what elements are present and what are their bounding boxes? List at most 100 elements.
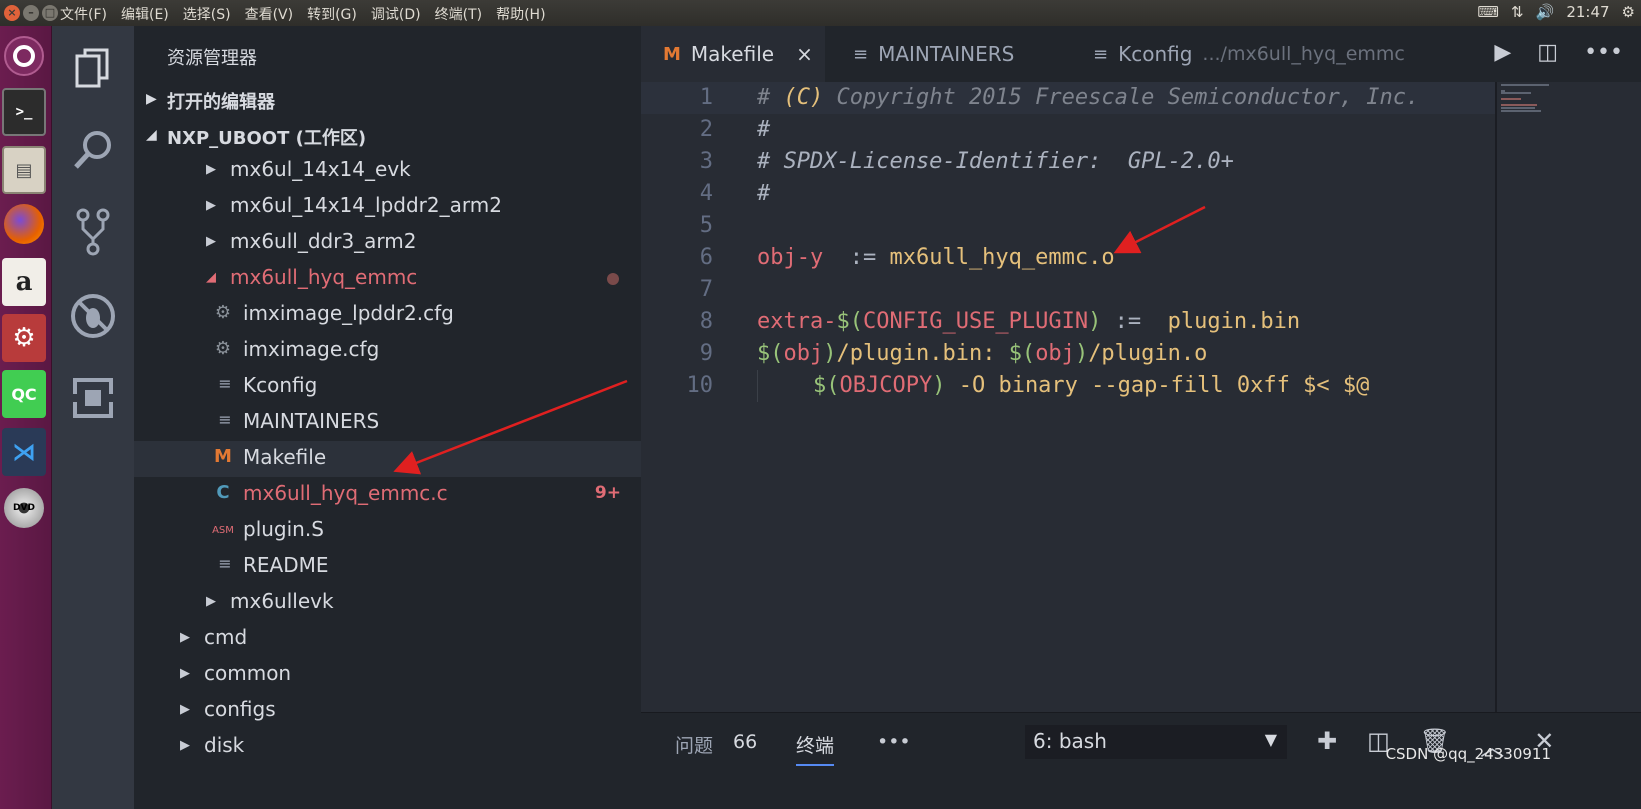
menu-debug[interactable]: 调试(D) (371, 4, 421, 24)
window-minimize-button[interactable]: – (23, 5, 39, 21)
firefox-icon[interactable] (2, 198, 46, 250)
tree-file[interactable]: C mx6ull_hyq_emmc.c 9+ (134, 477, 641, 513)
run-icon[interactable]: ▶ (1494, 40, 1511, 65)
dvd-icon[interactable]: DVD (2, 482, 46, 534)
menu-go[interactable]: 转到(G) (307, 4, 357, 24)
chevron-right-icon: ▶ (180, 630, 190, 645)
window-maximize-button[interactable]: □ (42, 5, 58, 21)
window-close-button[interactable]: × (4, 5, 20, 21)
text-file-icon: ≡ (218, 374, 232, 393)
tab-label: Kconfig (1118, 42, 1193, 66)
editor-actions: ▶ ◫ ••• (1494, 40, 1623, 65)
code-token: Copyright 2015 Freescale Semiconductor, … (823, 85, 1420, 110)
minimap[interactable] (1495, 82, 1641, 712)
vscode-icon[interactable]: ⋊ (2, 426, 46, 478)
explorer-icon[interactable] (52, 28, 134, 108)
code-token: mx6ull_hyq_emmc.o (889, 245, 1115, 270)
system-top-panel: × – □ 文件(F) 编辑(E) 选择(S) 查看(V) 转到(G) 调试(D… (0, 0, 1641, 26)
chevron-down-icon: ◢ (206, 270, 216, 285)
ubuntu-dash-icon[interactable] (2, 30, 46, 82)
source-control-icon[interactable] (52, 192, 134, 272)
keyboard-icon[interactable]: ⌨ (1477, 3, 1499, 21)
code-token: ) (1074, 341, 1089, 366)
tree-file-selected[interactable]: M Makefile (134, 441, 641, 477)
chevron-right-icon: ▶ (180, 738, 190, 753)
tab-problems[interactable]: 问题 (675, 731, 713, 758)
menu-file[interactable]: 文件(F) (60, 4, 107, 24)
debug-icon[interactable] (52, 276, 134, 356)
volume-icon[interactable]: 🔊 (1536, 3, 1555, 21)
problems-badge: 9+ (594, 483, 621, 503)
tree-folder[interactable]: ▶ mx6ul_14x14_lpddr2_arm2 (134, 189, 641, 225)
workspace-section[interactable]: ◢ NXP_UBOOT (工作区) (134, 119, 641, 155)
line-number: 5 (699, 213, 713, 238)
clock[interactable]: 21:47 (1566, 3, 1609, 21)
qt-creator-icon[interactable]: QC (2, 368, 46, 420)
tree-folder[interactable]: ▶ common (134, 657, 641, 693)
open-editors-section[interactable]: ▶ 打开的编辑器 (134, 83, 641, 119)
sidebar-title: 资源管理器 (167, 48, 257, 69)
terminal-select-value: 6: bash (1033, 729, 1107, 753)
code-token: := (1101, 309, 1168, 334)
amazon-icon[interactable]: a (2, 256, 46, 308)
minimap-line (1501, 107, 1535, 109)
tree-folder[interactable]: ▶ disk (134, 729, 641, 765)
code-line: 10 $(OBJCOPY) -O binary --gap-fill 0xff … (641, 370, 1497, 402)
file-manager-icon[interactable]: ▤ (2, 144, 46, 196)
split-editor-icon[interactable]: ◫ (1537, 40, 1558, 65)
plus-icon[interactable]: ✚ (1317, 727, 1337, 762)
tree-file[interactable]: ≡ MAINTAINERS (134, 405, 641, 441)
code-token: $( (1008, 341, 1036, 366)
tree-item-label: disk (204, 733, 245, 757)
tree-folder-open[interactable]: ◢ mx6ull_hyq_emmc (134, 261, 641, 297)
code-line: 8 extra-$(CONFIG_USE_PLUGIN) := plugin.b… (641, 306, 1497, 338)
line-number: 6 (699, 245, 713, 270)
tree-file[interactable]: ASM plugin.S (134, 513, 641, 549)
code-token: obj (783, 341, 824, 366)
code-token: $( (757, 341, 784, 366)
gear-icon: ⚙ (214, 338, 232, 359)
close-icon[interactable]: × (796, 42, 813, 66)
extensions-icon[interactable] (52, 358, 134, 438)
tree-folder[interactable]: ▶ mx6ul_14x14_evk (134, 153, 641, 189)
tree-file[interactable]: ≡ README (134, 549, 641, 585)
system-settings-icon[interactable]: ⚙ (2, 312, 46, 364)
tree-item-label: mx6ull_ddr3_arm2 (230, 229, 417, 253)
tree-item-label: MAINTAINERS (243, 409, 380, 433)
tree-folder[interactable]: ▶ cmd (134, 621, 641, 657)
menu-selection[interactable]: 选择(S) (183, 4, 231, 24)
tree-file[interactable]: ≡ Kconfig (134, 369, 641, 405)
tab-makefile[interactable]: M Makefile × (641, 26, 825, 82)
tree-folder[interactable]: ▶ configs (134, 693, 641, 729)
window-controls: × – □ (4, 5, 58, 21)
menu-edit[interactable]: 编辑(E) (121, 4, 169, 24)
tab-terminal[interactable]: 终端 (796, 731, 835, 766)
search-icon[interactable] (52, 110, 134, 190)
menu-terminal[interactable]: 终端(T) (435, 4, 482, 24)
code-token: OBJCOPY (839, 373, 933, 398)
code-editor[interactable]: 1 # (C) Copyright 2015 Freescale Semicon… (641, 82, 1497, 712)
tree-file[interactable]: ⚙ imximage_lpddr2.cfg (134, 297, 641, 333)
tree-folder[interactable]: ▶ mx6ull_ddr3_arm2 (134, 225, 641, 261)
code-token: # (757, 117, 771, 142)
code-token: $( (813, 373, 840, 398)
terminal-app-icon[interactable]: >_ (2, 86, 46, 138)
tree-file[interactable]: ⚙ imximage.cfg (134, 333, 641, 369)
more-icon[interactable]: ••• (877, 731, 911, 753)
terminal-select[interactable]: 6: bash ▼ (1025, 725, 1287, 759)
settings-gear-icon[interactable]: ⚙ (1622, 3, 1635, 21)
tab-maintainers[interactable]: ≡ MAINTAINERS (827, 26, 1061, 82)
makefile-icon: M (663, 43, 681, 65)
network-icon[interactable]: ⇅ (1511, 3, 1524, 21)
code-line: 6 obj-y := mx6ull_hyq_emmc.o (641, 242, 1497, 274)
tree-folder[interactable]: ▶ mx6ullevk (134, 585, 641, 621)
text-file-icon: ≡ (853, 43, 869, 65)
code-token: plugin.bin (1167, 309, 1301, 334)
problems-count: 66 (733, 731, 758, 753)
menu-help[interactable]: 帮助(H) (496, 4, 545, 24)
tab-kconfig[interactable]: ≡ Kconfig .../mx6ull_hyq_emmc (1065, 26, 1405, 82)
more-actions-icon[interactable]: ••• (1584, 40, 1623, 65)
system-tray: ⌨ ⇅ 🔊 21:47 ⚙ (1477, 3, 1635, 21)
modified-dot-icon (607, 273, 619, 285)
menu-view[interactable]: 查看(V) (245, 4, 294, 24)
